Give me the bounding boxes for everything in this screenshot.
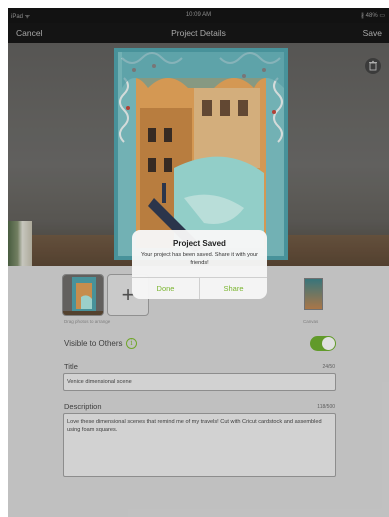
trash-button[interactable] xyxy=(365,58,381,74)
page-title: Project Details xyxy=(171,28,226,38)
battery-indicator: ∦ 48% ▭ xyxy=(360,13,385,19)
drag-hint: Drag photos to arrange xyxy=(64,319,111,324)
alert-title: Project Saved xyxy=(173,239,226,248)
navigation-bar: Cancel Project Details Save xyxy=(8,23,389,43)
save-button[interactable]: Save xyxy=(363,28,382,38)
project-saved-alert: Project Saved Your project has been save… xyxy=(132,230,267,299)
alert-message: Your project has been saved. Share it wi… xyxy=(140,252,259,266)
visibility-toggle[interactable] xyxy=(310,336,336,351)
clock: 10:09 AM xyxy=(185,12,212,18)
title-char-count: 24/50 xyxy=(322,364,335,370)
title-input[interactable]: Venice dimensional scene xyxy=(63,373,336,391)
screen: iPad ᯤ 10:09 AM ∦ 48% ▭ Cancel Project D… xyxy=(8,8,389,517)
info-icon[interactable]: i xyxy=(126,338,137,349)
share-button[interactable]: Share xyxy=(200,278,267,299)
books xyxy=(8,221,32,266)
description-char-count: 118/500 xyxy=(317,404,335,410)
canvas-label: Canvas xyxy=(303,319,319,324)
thumbnail-image xyxy=(63,275,103,315)
details-panel: + Drag photos to arrange Canvas Visible … xyxy=(8,266,389,517)
trash-icon xyxy=(369,60,377,71)
status-bar: iPad ᯤ 10:09 AM ∦ 48% ▭ xyxy=(8,8,389,23)
description-input[interactable]: Love these dimensional scenes that remin… xyxy=(63,413,336,477)
dimensional-card-image xyxy=(114,48,288,260)
photo-thumbnail[interactable] xyxy=(62,274,104,316)
title-label: Title xyxy=(64,362,78,371)
canvas-thumbnail[interactable] xyxy=(304,278,323,310)
done-button[interactable]: Done xyxy=(132,278,199,299)
description-label: Description xyxy=(64,402,102,411)
visibility-label: Visible to Others xyxy=(64,339,123,348)
